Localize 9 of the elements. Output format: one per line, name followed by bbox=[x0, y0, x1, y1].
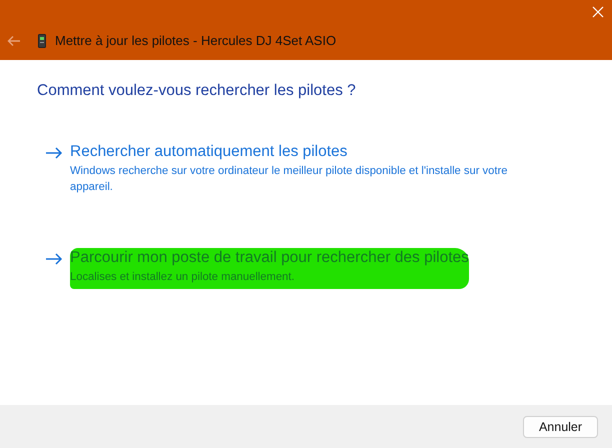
arrow-icon bbox=[45, 147, 63, 159]
highlighted-option[interactable]: Parcourir mon poste de travail pour rechercher des pilotes Localises et installez un pilote manuellement. bbox=[70, 248, 469, 290]
dialog-heading: Comment voulez-vous rechercher les pilotes ? bbox=[37, 82, 357, 100]
close-icon[interactable] bbox=[592, 6, 604, 18]
arrow-icon bbox=[45, 253, 63, 266]
window-title: Mettre à jour les pilotes - Hercules DJ 4Set ASIO bbox=[55, 33, 336, 48]
cancel-button[interactable]: Annuler bbox=[523, 416, 598, 438]
option-link[interactable]: Rechercher automatiquement les pilotes Windows recherche sur votre ordinateur le meilleur pilote disponible et l'installe sur votre appareil. bbox=[70, 142, 510, 198]
device-icon bbox=[38, 34, 46, 48]
